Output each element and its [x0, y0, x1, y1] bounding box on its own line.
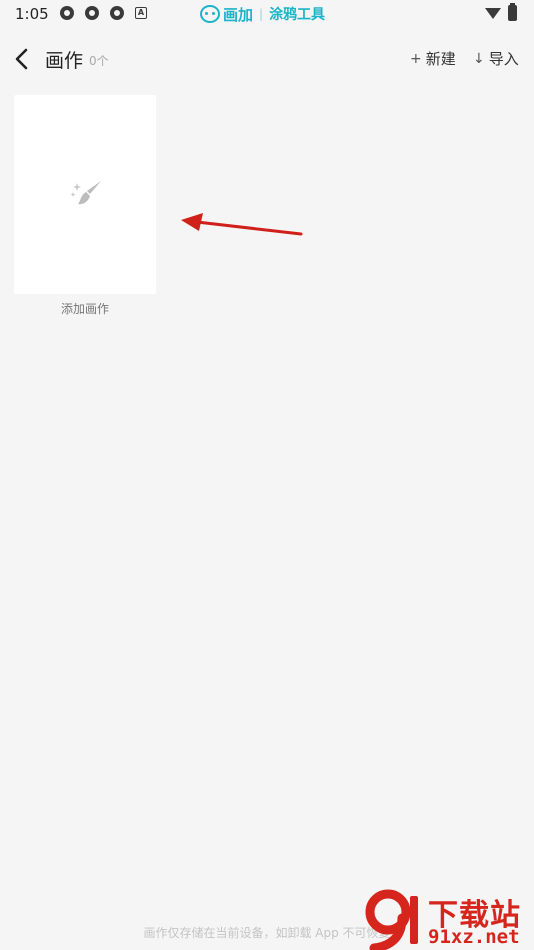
brand-logo-icon	[200, 5, 220, 23]
watermark-domain: 91xz.net	[428, 926, 520, 948]
brand-separator: |	[259, 7, 264, 21]
battery-icon	[508, 3, 517, 21]
import-button[interactable]: ↓ 导入	[473, 48, 519, 69]
add-artwork-label: 添加画作	[60, 302, 109, 316]
site-watermark: 下载站 91xz.net	[362, 888, 534, 950]
add-artwork-card[interactable]	[14, 95, 156, 294]
magic-brush-icon	[70, 181, 101, 205]
new-button-label: 新建	[425, 50, 456, 68]
arrow-down-icon: ↓	[473, 50, 485, 67]
brand-name: 画加	[223, 5, 254, 24]
brand-tagline: 涂鸦工具	[269, 7, 326, 23]
import-button-label: 导入	[488, 50, 519, 68]
notification-app-icon	[60, 6, 74, 20]
plus-icon: +	[410, 50, 422, 67]
new-button[interactable]: + 新建	[410, 48, 456, 69]
page-header: 画作 0个 + 新建 ↓ 导入	[0, 40, 534, 80]
wifi-icon	[485, 8, 501, 19]
app-screen: 1:05 A 画加 | 涂鸦工具 画作 0个 + 新建 ↓ 导入 添加画作 画作…	[0, 0, 534, 950]
status-time: 1:05	[15, 5, 49, 23]
notification-a-icon: A	[135, 7, 147, 19]
notification-app-icon	[85, 6, 99, 20]
back-button[interactable]	[10, 46, 36, 72]
notification-app-icon	[110, 6, 124, 20]
item-count: 0个	[89, 54, 109, 68]
annotation-arrow	[181, 213, 303, 236]
brand-watermark: 画加 | 涂鸦工具	[200, 3, 325, 25]
chevron-left-icon	[15, 48, 28, 70]
watermark-logo-icon	[365, 889, 418, 950]
page-title: 画作	[45, 50, 84, 72]
status-bar: 1:05 A 画加 | 涂鸦工具	[0, 0, 534, 28]
